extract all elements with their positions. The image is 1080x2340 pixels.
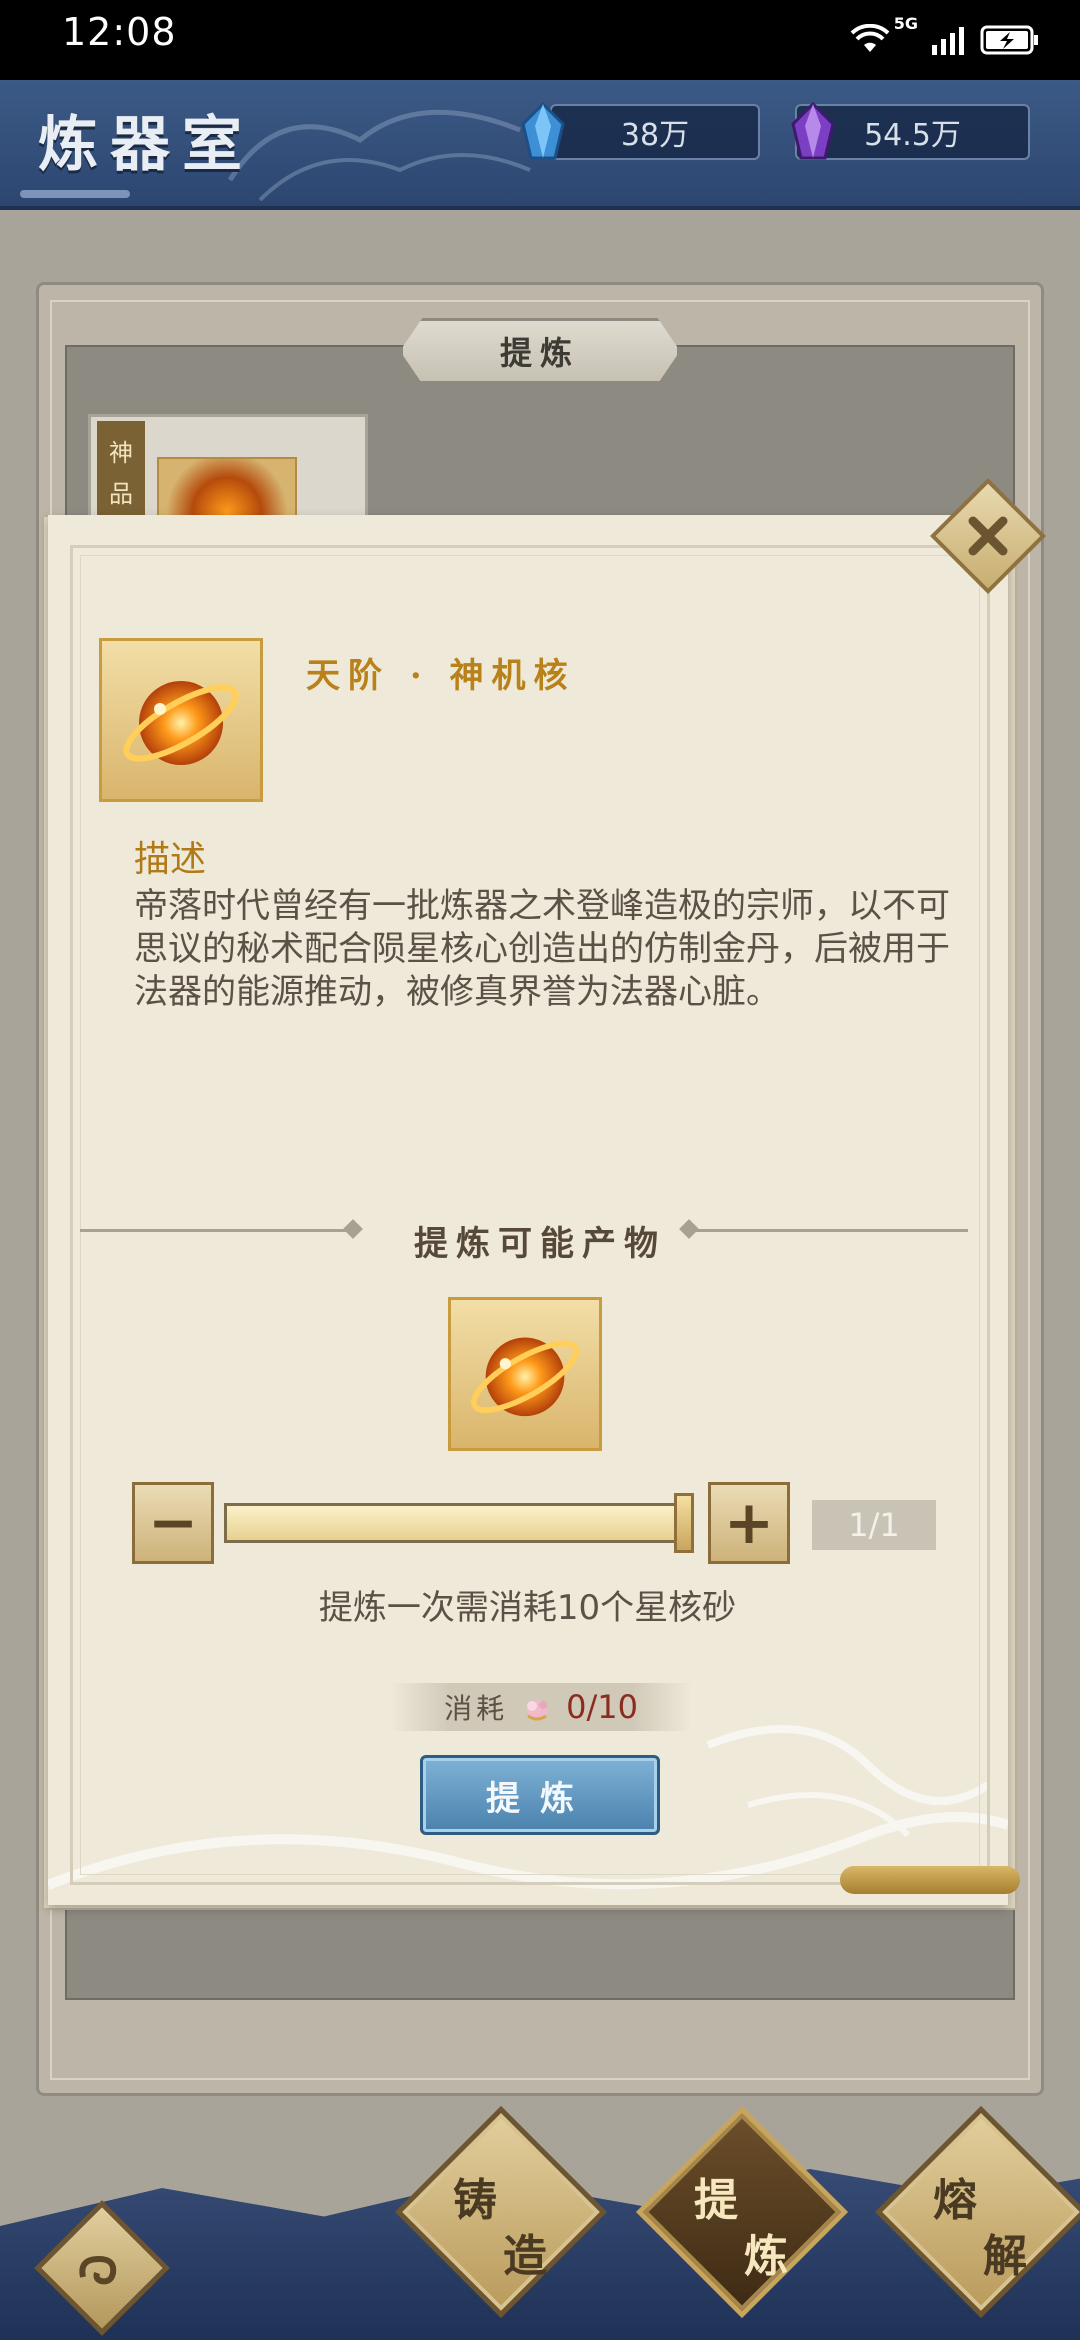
nav-smelt-label: 熔 [933, 2175, 977, 2226]
cloud-swirl-icon [79, 2255, 117, 2285]
status-time: 12:08 [62, 10, 177, 54]
grade-tag: 神 品 [97, 421, 145, 521]
status-bar: 12:08 5G [0, 0, 1080, 80]
scroll-roll [840, 1866, 1020, 1894]
close-icon [968, 516, 1008, 556]
system-icons: 5G [850, 12, 1040, 68]
title-underline [20, 190, 130, 198]
possible-products-title: 提炼可能产物 [414, 1223, 666, 1264]
fire-orb-icon [471, 1337, 579, 1417]
nav-refine-label: 炼 [744, 2231, 788, 2282]
blue-crystal-icon [521, 102, 565, 160]
description-text: 帝落时代曾经有一批炼器之术登峰造极的宗师，以不可思议的秘术配合陨星核心创造出的仿… [134, 886, 950, 1012]
item-name: 天阶 · 神机核 [306, 656, 576, 696]
quantity-display: 1/1 [812, 1500, 936, 1550]
blue-crystal-counter: 38万 [550, 104, 760, 160]
increase-button[interactable]: + [708, 1482, 790, 1564]
product-item[interactable] [448, 1297, 602, 1451]
consume-value: 0/10 [566, 1688, 638, 1726]
quantity-slider[interactable] [224, 1503, 694, 1543]
nav-forge-label: 造 [503, 2231, 547, 2282]
purple-crystal-amount: 54.5万 [864, 118, 961, 153]
consume-bar: 消耗 0/10 [390, 1683, 692, 1731]
item-icon [99, 638, 263, 802]
consume-label: 消耗 [444, 1692, 509, 1725]
nav-refine-label: 提 [694, 2175, 738, 2226]
refine-button[interactable]: 提炼 [420, 1755, 660, 1835]
item-card[interactable]: 神 品 [88, 414, 368, 527]
description-label: 描述 [134, 839, 207, 880]
battery-charging-icon [980, 25, 1038, 55]
nav-smelt-label: 解 [983, 2231, 1027, 2282]
wifi-icon [850, 24, 890, 52]
refine-cost-text: 提炼一次需消耗10个星核砂 [318, 1588, 737, 1628]
purple-crystal-icon [791, 102, 835, 160]
tab-refine: 提炼 [400, 318, 680, 384]
page-title: 炼器室 [38, 110, 254, 180]
section-divider-right [688, 1229, 968, 1232]
star-core-sand-icon [527, 1700, 548, 1721]
slider-fill [227, 1506, 691, 1540]
signal-icon [932, 27, 964, 55]
blue-crystal-amount: 38万 [620, 118, 690, 153]
slider-handle[interactable] [674, 1493, 694, 1553]
grade-tag-char: 神 [109, 439, 133, 467]
network-type-label: 5G [893, 14, 918, 33]
decrease-button[interactable]: − [132, 1482, 214, 1564]
cloud-decoration [227, 109, 531, 202]
fire-orb-icon [123, 681, 239, 765]
top-header: 炼器室 38万 54.5万 [0, 80, 1080, 210]
grade-tag-char: 品 [109, 480, 133, 508]
nav-forge-label: 铸 [453, 2175, 497, 2226]
